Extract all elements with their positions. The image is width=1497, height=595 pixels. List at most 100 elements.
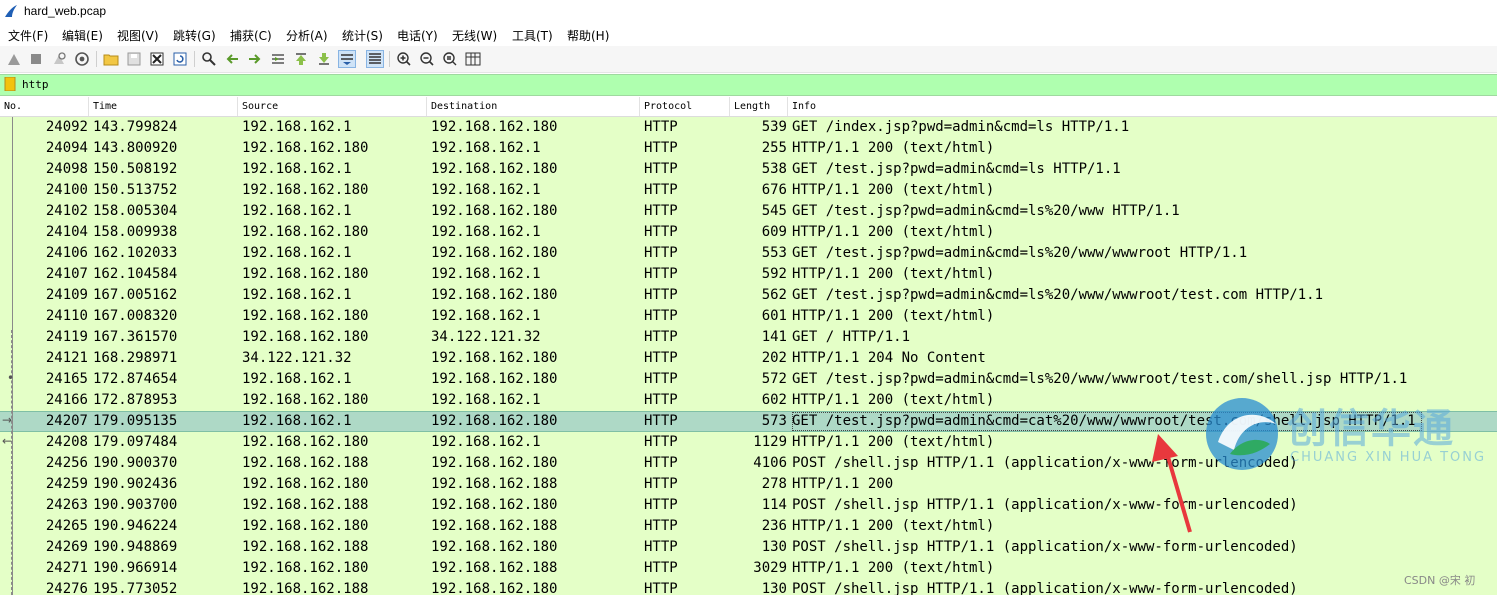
packet-row[interactable]: 24106 162.102033 192.168.162.1 192.168.162.…: [0, 243, 1497, 264]
menu-view[interactable]: 视图(V): [117, 27, 159, 44]
packet-time: 150.508192: [93, 161, 178, 177]
packet-row[interactable]: 24104 158.009938 192.168.162.180 192.168.16…: [0, 222, 1497, 243]
packet-destination: 192.168.162.180: [431, 413, 558, 429]
colorize-icon[interactable]: [366, 50, 384, 68]
packet-length: 539: [761, 119, 787, 135]
packet-row[interactable]: 24102 158.005304 192.168.162.1 192.168.162.…: [0, 201, 1497, 222]
packet-row[interactable]: 24119 167.361570 192.168.162.180 34.122.121…: [0, 327, 1497, 348]
column-header-no[interactable]: No.: [0, 97, 89, 116]
packet-row[interactable]: 24269 190.948869 192.168.162.188 192.168.16…: [0, 537, 1497, 558]
go-back-icon[interactable]: [224, 51, 240, 67]
packet-row[interactable]: 24276 195.773052 192.168.162.188 192.168.16…: [0, 579, 1497, 595]
column-header-destination[interactable]: Destination: [427, 97, 640, 116]
packet-number: 24263: [45, 497, 88, 513]
reload-file-icon[interactable]: [172, 51, 188, 67]
packet-length: 130: [761, 581, 787, 595]
go-forward-icon[interactable]: [247, 51, 263, 67]
packet-destination: 34.122.121.32: [431, 329, 541, 345]
packet-row[interactable]: 24165 172.874654 192.168.162.1 192.168.162.…: [0, 369, 1497, 390]
menu-capture[interactable]: 捕获(C): [230, 27, 272, 44]
menu-telephony[interactable]: 电话(Y): [397, 27, 438, 44]
zoom-out-icon[interactable]: [419, 51, 435, 67]
packet-protocol: HTTP: [644, 224, 678, 240]
packet-source: 34.122.121.32: [242, 350, 352, 366]
packet-source: 192.168.162.180: [242, 560, 369, 576]
column-header-protocol[interactable]: Protocol: [640, 97, 730, 116]
packet-protocol: HTTP: [644, 371, 678, 387]
stop-capture-icon[interactable]: [28, 51, 44, 67]
restart-capture-icon[interactable]: [51, 51, 67, 67]
first-packet-icon[interactable]: [293, 51, 309, 67]
packet-destination: 192.168.162.180: [431, 245, 558, 261]
packet-destination: 192.168.162.180: [431, 161, 558, 177]
packet-protocol: HTTP: [644, 287, 678, 303]
start-capture-icon[interactable]: [6, 51, 22, 67]
packet-length: 236: [761, 518, 787, 534]
menu-go[interactable]: 跳转(G): [173, 27, 216, 44]
packet-row[interactable]: 24094 143.800920 192.168.162.180 192.168.16…: [0, 138, 1497, 159]
save-file-icon[interactable]: [126, 51, 142, 67]
packet-row[interactable]: 24092 143.799824 192.168.162.1 192.168.162.…: [0, 117, 1497, 138]
packet-row[interactable]: 24271 190.966914 192.168.162.180 192.168.16…: [0, 558, 1497, 579]
packet-protocol: HTTP: [644, 350, 678, 366]
find-packet-icon[interactable]: [201, 51, 217, 67]
packet-protocol: HTTP: [644, 476, 678, 492]
packet-row[interactable]: 24265 190.946224 192.168.162.180 192.168.16…: [0, 516, 1497, 537]
go-to-packet-icon[interactable]: [270, 51, 286, 67]
open-file-icon[interactable]: [103, 51, 119, 67]
column-header-source[interactable]: Source: [238, 97, 427, 116]
column-header-length[interactable]: Length: [730, 97, 788, 116]
packet-row[interactable]: 24259 190.902436 192.168.162.180 192.168.16…: [0, 474, 1497, 495]
display-filter-input[interactable]: [22, 76, 1482, 92]
packet-time: 158.009938: [93, 224, 178, 240]
menu-statistics[interactable]: 统计(S): [342, 27, 383, 44]
title-bar: hard_web.pcap: [0, 0, 1497, 24]
packet-length: 114: [761, 497, 787, 513]
last-packet-icon[interactable]: [316, 51, 332, 67]
packet-time: 190.946224: [93, 518, 178, 534]
zoom-in-icon[interactable]: [396, 51, 412, 67]
packet-length: 609: [761, 224, 787, 240]
packet-row[interactable]: 24098 150.508192 192.168.162.1 192.168.162.…: [0, 159, 1497, 180]
column-header-info[interactable]: Info: [788, 97, 1497, 116]
packet-row[interactable]: 24110 167.008320 192.168.162.180 192.168.16…: [0, 306, 1497, 327]
packet-info: GET / HTTP/1.1: [792, 329, 911, 345]
packet-protocol: HTTP: [644, 140, 678, 156]
packet-number: 24106: [45, 245, 88, 261]
close-file-icon[interactable]: [149, 51, 165, 67]
packet-row[interactable]: 24109 167.005162 192.168.162.1 192.168.162.…: [0, 285, 1497, 306]
menu-analyze[interactable]: 分析(A): [286, 27, 328, 44]
filter-bookmark-icon[interactable]: [4, 77, 16, 91]
packet-info: HTTP/1.1 200 (text/html): [792, 434, 995, 450]
menu-file[interactable]: 文件(F): [8, 27, 48, 44]
packet-source: 192.168.162.1: [242, 413, 352, 429]
capture-options-icon[interactable]: [74, 51, 90, 67]
packet-time: 190.948869: [93, 539, 178, 555]
related-packet-line: [12, 117, 13, 595]
menu-wireless[interactable]: 无线(W): [452, 27, 497, 44]
packet-destination: 192.168.162.188: [431, 518, 558, 534]
resize-columns-icon[interactable]: [465, 51, 481, 67]
packet-row[interactable]: 24100 150.513752 192.168.162.180 192.168.16…: [0, 180, 1497, 201]
packet-row[interactable]: 24107 162.104584 192.168.162.180 192.168.16…: [0, 264, 1497, 285]
packet-protocol: HTTP: [644, 455, 678, 471]
packet-source: 192.168.162.180: [242, 476, 369, 492]
packet-number: 24107: [45, 266, 88, 282]
packet-number: 24208: [45, 434, 88, 450]
packet-source: 192.168.162.180: [242, 182, 369, 198]
packet-source: 192.168.162.180: [242, 308, 369, 324]
packet-row[interactable]: 24263 190.903700 192.168.162.188 192.168.16…: [0, 495, 1497, 516]
packet-info: HTTP/1.1 200 (text/html): [792, 224, 995, 240]
packet-time: 162.104584: [93, 266, 178, 282]
column-header-time[interactable]: Time: [89, 97, 238, 116]
menu-edit[interactable]: 编辑(E): [62, 27, 103, 44]
menu-tools[interactable]: 工具(T): [512, 27, 553, 44]
auto-scroll-icon[interactable]: [338, 50, 356, 68]
menu-help[interactable]: 帮助(H): [567, 27, 609, 44]
packet-length: 562: [761, 287, 787, 303]
packet-info: HTTP/1.1 200 (text/html): [792, 140, 995, 156]
packet-length: 545: [761, 203, 787, 219]
packet-row[interactable]: 24121 168.298971 34.122.121.32 192.168.162.…: [0, 348, 1497, 369]
normal-size-icon[interactable]: [442, 51, 458, 67]
packet-info: POST /shell.jsp HTTP/1.1 (application/x-…: [792, 497, 1298, 513]
